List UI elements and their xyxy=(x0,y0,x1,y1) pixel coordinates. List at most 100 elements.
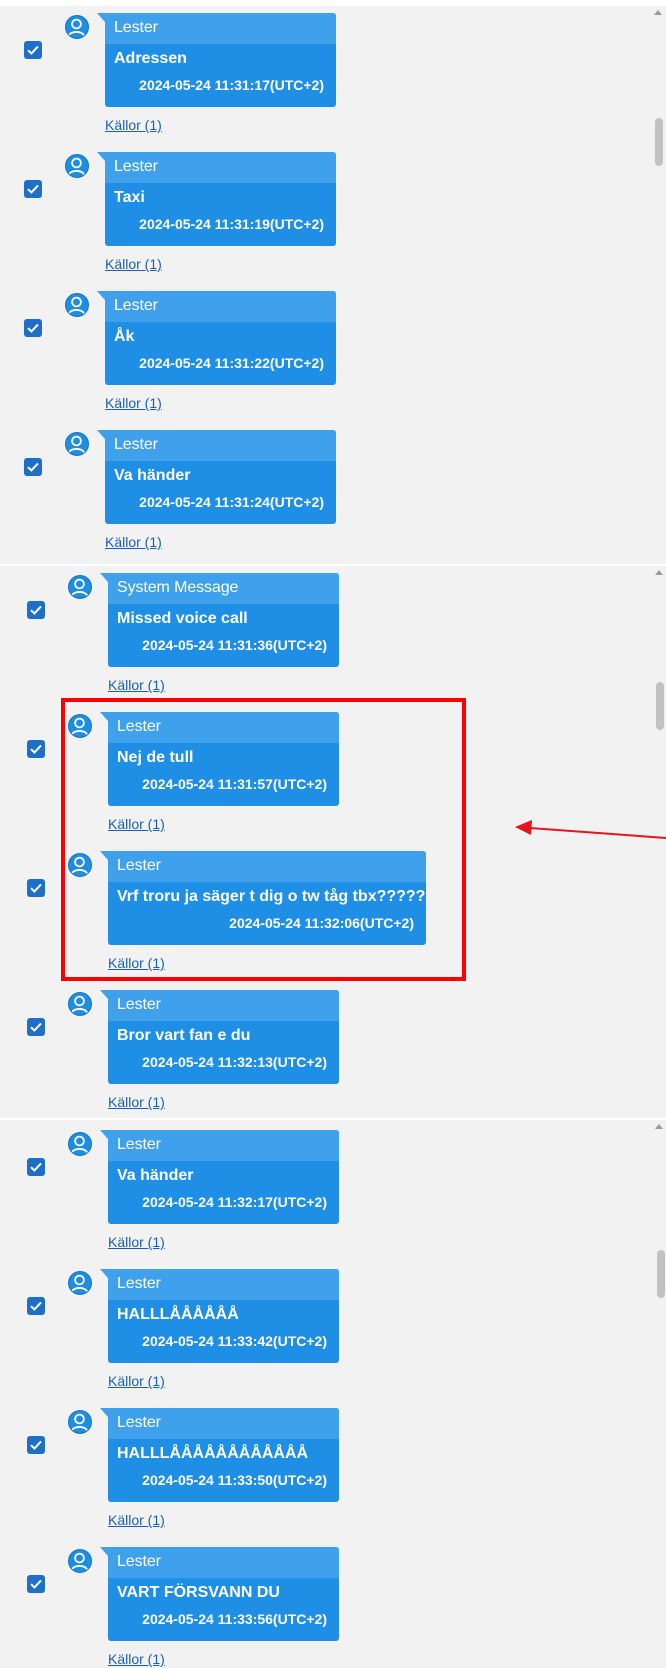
user-avatar-icon xyxy=(65,154,89,178)
checkmark-icon xyxy=(30,605,42,615)
message-text: Va händer xyxy=(114,467,191,484)
message-bubble: Lester Nej de tull 2024-05-24 11:31:57(UTC… xyxy=(108,712,339,806)
sender-name: Lester xyxy=(108,1269,339,1300)
message-checkbox[interactable] xyxy=(27,1297,45,1315)
message-text: Åk xyxy=(114,328,135,345)
message-row: Lester HALLLÅÅÅÅÅÅÅÅÅÅÅÅ 2024-05-24 11:33:… xyxy=(27,1408,467,1547)
message-checkbox[interactable] xyxy=(24,458,42,476)
sender-name: Lester xyxy=(105,13,336,44)
message-timestamp: 2024-05-24 11:31:17(UTC+2) xyxy=(139,77,324,93)
sources-link[interactable]: Källor (1) xyxy=(105,256,162,272)
sources-link[interactable]: Källor (1) xyxy=(108,816,165,832)
scroll-up-arrow-icon[interactable] xyxy=(655,1124,663,1129)
user-avatar-icon xyxy=(68,1410,92,1434)
message-bubble: Lester Taxi 2024-05-24 11:31:19(UTC+2) xyxy=(105,152,336,246)
sources-link[interactable]: Källor (1) xyxy=(105,534,162,550)
user-avatar-icon xyxy=(65,15,89,39)
message-checkbox[interactable] xyxy=(27,1575,45,1593)
scroll-up-arrow-icon[interactable] xyxy=(655,570,663,575)
checkmark-icon xyxy=(30,744,42,754)
user-avatar-icon xyxy=(68,1271,92,1295)
user-avatar-icon xyxy=(68,575,92,599)
message-text: Nej de tull xyxy=(117,749,194,766)
user-avatar-icon xyxy=(65,293,89,317)
sources-link[interactable]: Källor (1) xyxy=(105,117,162,133)
checkmark-icon xyxy=(30,1162,42,1172)
scrollbar-thumb[interactable] xyxy=(655,118,663,166)
message-row: System Message Missed voice call 2024-05-2… xyxy=(27,573,467,712)
message-timestamp: 2024-05-24 11:32:13(UTC+2) xyxy=(142,1054,327,1070)
user-avatar-icon xyxy=(65,432,89,456)
message-timestamp: 2024-05-24 11:32:17(UTC+2) xyxy=(142,1194,327,1210)
sources-link[interactable]: Källor (1) xyxy=(108,955,165,971)
user-avatar-icon xyxy=(68,853,92,877)
message-bubble: Lester HALLLÅÅÅÅÅÅÅÅÅÅÅÅ 2024-05-24 11:33:… xyxy=(108,1408,339,1502)
sender-name: System Message xyxy=(108,573,339,604)
message-row: Lester HALLLÅÅÅÅÅÅ 2024-05-24 11:33:42(UTC… xyxy=(27,1269,467,1408)
checkmark-icon xyxy=(30,1301,42,1311)
user-avatar-icon xyxy=(68,714,92,738)
sender-name: Lester xyxy=(105,152,336,183)
checkmark-icon xyxy=(30,1440,42,1450)
message-timestamp: 2024-05-24 11:31:24(UTC+2) xyxy=(139,494,324,510)
scroll-up-arrow-icon[interactable] xyxy=(654,10,662,15)
message-bubble: System Message Missed voice call 2024-05-2… xyxy=(108,573,339,667)
sources-link[interactable]: Källor (1) xyxy=(108,1094,165,1110)
sources-link[interactable]: Källor (1) xyxy=(105,395,162,411)
message-text: VART FÖRSVANN DU xyxy=(117,1584,280,1601)
message-text: Va händer xyxy=(117,1167,194,1184)
checkmark-icon xyxy=(30,1022,42,1032)
message-text: Bror vart fan e du xyxy=(117,1027,251,1044)
sender-name: Lester xyxy=(105,430,336,461)
message-bubble: Lester Åk 2024-05-24 11:31:22(UTC+2) xyxy=(105,291,336,385)
message-row: Lester Va händer 2024-05-24 11:31:24(UTC+2… xyxy=(24,430,464,564)
user-avatar-icon xyxy=(68,992,92,1016)
sources-link[interactable]: Källor (1) xyxy=(108,1512,165,1528)
message-checkbox[interactable] xyxy=(27,1158,45,1176)
sender-name: Lester xyxy=(105,291,336,322)
message-checkbox[interactable] xyxy=(27,601,45,619)
message-checkbox[interactable] xyxy=(24,41,42,59)
message-checkbox[interactable] xyxy=(27,740,45,758)
sender-name: Lester xyxy=(108,1408,339,1439)
user-avatar-icon xyxy=(68,1549,92,1573)
sender-name: Lester xyxy=(108,1547,339,1578)
message-timestamp: 2024-05-24 11:31:19(UTC+2) xyxy=(139,216,324,232)
message-timestamp: 2024-05-24 11:31:22(UTC+2) xyxy=(139,355,324,371)
sources-link[interactable]: Källor (1) xyxy=(108,1373,165,1389)
message-checkbox[interactable] xyxy=(24,319,42,337)
checkmark-icon xyxy=(30,1579,42,1589)
message-row: Lester Nej de tull 2024-05-24 11:31:57(UTC… xyxy=(27,712,467,851)
message-timestamp: 2024-05-24 11:32:06(UTC+2) xyxy=(229,915,414,931)
sources-link[interactable]: Källor (1) xyxy=(108,1651,165,1667)
message-timestamp: 2024-05-24 11:33:50(UTC+2) xyxy=(142,1472,327,1488)
message-checkbox[interactable] xyxy=(27,879,45,897)
message-timestamp: 2024-05-24 11:33:56(UTC+2) xyxy=(142,1611,327,1627)
sources-link[interactable]: Källor (1) xyxy=(108,1234,165,1250)
checkmark-icon xyxy=(27,323,39,333)
scrollbar-thumb[interactable] xyxy=(657,1250,665,1298)
message-checkbox[interactable] xyxy=(24,180,42,198)
message-row: Lester Va händer 2024-05-24 11:32:17(UTC+2… xyxy=(27,1130,467,1269)
chat-panel: Lester Va händer 2024-05-24 11:32:17(UTC+2… xyxy=(0,1120,666,1668)
scrollbar-thumb[interactable] xyxy=(656,682,664,730)
panel-divider xyxy=(0,1118,666,1119)
message-checkbox[interactable] xyxy=(27,1436,45,1454)
message-bubble: Lester Va händer 2024-05-24 11:31:24(UTC+2… xyxy=(105,430,336,524)
message-row: Lester VART FÖRSVANN DU 2024-05-24 11:33:5… xyxy=(27,1547,467,1668)
message-checkbox[interactable] xyxy=(27,1018,45,1036)
message-text: Vrf troru ja säger t dig o tw tåg tbx???… xyxy=(117,888,426,905)
message-row: Lester Taxi 2024-05-24 11:31:19(UTC+2) Käll… xyxy=(24,152,464,291)
message-bubble: Lester VART FÖRSVANN DU 2024-05-24 11:33:5… xyxy=(108,1547,339,1641)
message-bubble: Lester Va händer 2024-05-24 11:32:17(UTC+2… xyxy=(108,1130,339,1224)
chat-panel: System Message Missed voice call 2024-05-2… xyxy=(0,566,666,1118)
sources-link[interactable]: Källor (1) xyxy=(108,677,165,693)
user-avatar-icon xyxy=(68,1132,92,1156)
checkmark-icon xyxy=(27,45,39,55)
message-row: Lester Bror vart fan e du 2024-05-24 11:32… xyxy=(27,990,467,1118)
message-bubble: Lester Vrf troru ja säger t dig o tw tåg … xyxy=(108,851,426,945)
message-row: Lester Adressen 2024-05-24 11:31:17(UTC+2)… xyxy=(24,13,464,152)
message-timestamp: 2024-05-24 11:33:42(UTC+2) xyxy=(142,1333,327,1349)
checkmark-icon xyxy=(30,883,42,893)
message-bubble: Lester Bror vart fan e du 2024-05-24 11:32… xyxy=(108,990,339,1084)
